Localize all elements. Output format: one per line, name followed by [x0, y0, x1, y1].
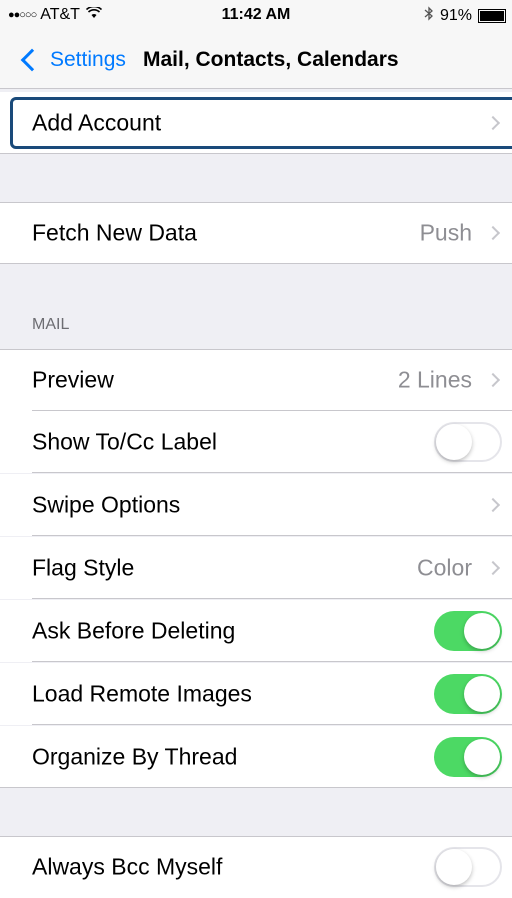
- organize-by-thread-toggle[interactable]: [434, 737, 502, 777]
- preview-row[interactable]: Preview 2 Lines: [0, 349, 512, 411]
- organize-by-thread-row: Organize By Thread: [0, 726, 512, 788]
- toggle-knob: [464, 739, 500, 775]
- chevron-right-icon: [485, 560, 501, 576]
- divider: [32, 535, 512, 536]
- fetch-new-data-label: Fetch New Data: [32, 219, 197, 246]
- ask-before-deleting-toggle[interactable]: [434, 611, 502, 651]
- add-account-row[interactable]: Add Account: [0, 92, 512, 154]
- divider: [0, 153, 512, 154]
- divider: [0, 349, 512, 350]
- divider: [0, 787, 512, 788]
- battery-fill: [480, 11, 504, 21]
- fetch-new-data-row[interactable]: Fetch New Data Push: [0, 202, 512, 264]
- toggle-knob: [436, 424, 472, 460]
- load-remote-images-label: Load Remote Images: [32, 680, 252, 707]
- chevron-left-icon: [20, 48, 44, 72]
- swipe-options-label: Swipe Options: [32, 491, 181, 518]
- divider: [0, 263, 512, 264]
- mail-section-header: MAIL: [32, 316, 70, 333]
- status-bar: ●●○○○ AT&T 11:42 AM 91%: [0, 0, 512, 34]
- page-title: Mail, Contacts, Calendars: [143, 48, 399, 71]
- show-to-cc-label: Show To/Cc Label: [32, 428, 217, 455]
- show-to-cc-row: Show To/Cc Label: [0, 411, 512, 473]
- back-label: Settings: [50, 48, 126, 71]
- ask-before-deleting-label: Ask Before Deleting: [32, 617, 236, 644]
- divider: [0, 836, 512, 837]
- divider: [32, 661, 512, 662]
- load-remote-images-toggle[interactable]: [434, 674, 502, 714]
- navigation-bar: Settings Mail, Contacts, Calendars: [0, 34, 512, 89]
- flag-style-value: Color: [417, 554, 472, 581]
- always-bcc-row: Always Bcc Myself: [0, 836, 512, 898]
- toggle-knob: [464, 613, 500, 649]
- show-to-cc-toggle[interactable]: [434, 422, 502, 462]
- fetch-new-data-value: Push: [419, 219, 472, 246]
- add-account-label: Add Account: [32, 109, 162, 136]
- battery-percent: 91%: [439, 7, 472, 24]
- load-remote-images-row: Load Remote Images: [0, 663, 512, 725]
- preview-label: Preview: [32, 366, 114, 393]
- always-bcc-label: Always Bcc Myself: [32, 853, 223, 880]
- divider: [0, 202, 512, 203]
- chevron-right-icon: [485, 115, 501, 131]
- toggle-knob: [464, 676, 500, 712]
- status-right: 91%: [424, 6, 506, 26]
- divider: [32, 724, 512, 725]
- chevron-right-icon: [485, 225, 501, 241]
- back-button[interactable]: Settings: [18, 48, 126, 72]
- flag-style-label: Flag Style: [32, 554, 135, 581]
- divider: [32, 598, 512, 599]
- preview-value: 2 Lines: [397, 366, 472, 393]
- chevron-right-icon: [485, 497, 501, 513]
- toggle-knob: [436, 849, 472, 885]
- chevron-right-icon: [485, 372, 501, 388]
- always-bcc-toggle[interactable]: [434, 847, 502, 887]
- divider: [32, 472, 512, 473]
- swipe-options-row[interactable]: Swipe Options: [0, 474, 512, 536]
- flag-style-row[interactable]: Flag Style Color: [0, 537, 512, 599]
- organize-by-thread-label: Organize By Thread: [32, 743, 238, 770]
- ask-before-deleting-row: Ask Before Deleting: [0, 600, 512, 662]
- battery-icon: [478, 9, 506, 23]
- bluetooth-icon: [424, 6, 434, 26]
